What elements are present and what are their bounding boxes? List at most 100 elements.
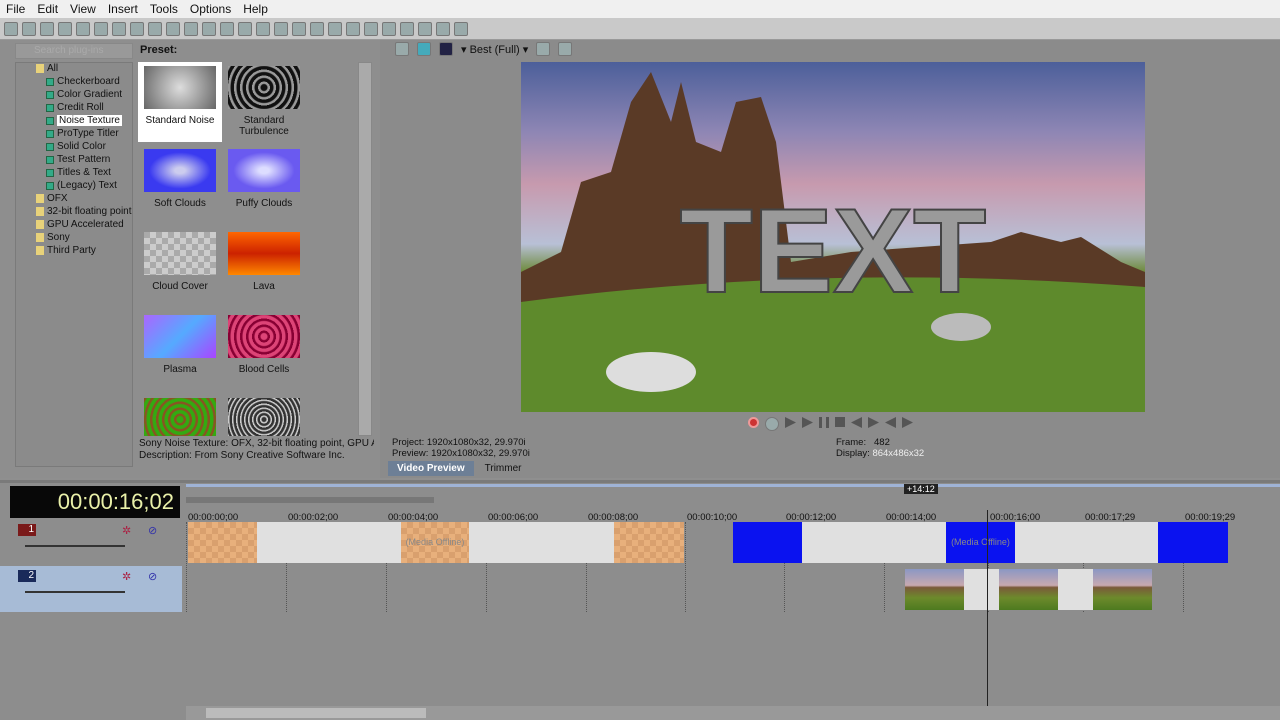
track-fx-icon[interactable]: ✲ xyxy=(122,570,131,583)
clip-gap[interactable] xyxy=(469,522,614,563)
play-button[interactable] xyxy=(802,417,813,428)
preset-scrollbar[interactable] xyxy=(358,62,372,436)
menu-view[interactable]: View xyxy=(64,2,102,16)
toolbar-icon[interactable] xyxy=(364,21,378,36)
media-clip[interactable] xyxy=(733,522,802,563)
tab-video-preview[interactable]: Video Preview xyxy=(388,461,474,476)
toolbar-icon[interactable] xyxy=(112,21,126,36)
track-fx-icon[interactable]: ✲ xyxy=(122,524,131,537)
menu-edit[interactable]: Edit xyxy=(31,2,64,16)
timeline-scrollbar[interactable] xyxy=(186,706,1280,720)
toolbar-icon[interactable] xyxy=(166,21,180,36)
quality-dropdown[interactable]: ▾ Best (Full) ▾ xyxy=(461,43,528,56)
toolbar-icon[interactable] xyxy=(4,21,18,36)
toolbar-icon[interactable] xyxy=(256,21,270,36)
tree-item[interactable]: Noise Texture xyxy=(46,115,122,126)
properties-icon[interactable] xyxy=(395,42,409,56)
tree-item[interactable]: Credit Roll xyxy=(46,102,104,113)
previous-frame-button[interactable] xyxy=(851,417,862,428)
loop-button[interactable] xyxy=(765,417,779,431)
preset-item[interactable]: Plasma xyxy=(138,311,222,391)
preset-item[interactable] xyxy=(138,394,222,436)
tree-item[interactable]: Titles & Text xyxy=(46,167,111,178)
preset-item[interactable]: Soft Clouds xyxy=(138,145,222,225)
track-mute-icon[interactable]: ⊘ xyxy=(148,524,157,537)
toolbar-icon[interactable] xyxy=(382,21,396,36)
menu-options[interactable]: Options xyxy=(184,2,237,16)
preset-item[interactable]: Standard Noise xyxy=(138,62,222,142)
copy-snapshot-icon[interactable] xyxy=(536,42,551,56)
preset-item[interactable] xyxy=(222,394,306,436)
menu-tools[interactable]: Tools xyxy=(144,2,184,16)
playhead[interactable] xyxy=(987,510,988,706)
toolbar-icon[interactable] xyxy=(202,21,216,36)
toolbar-icon[interactable] xyxy=(310,21,324,36)
toolbar-icon[interactable] xyxy=(454,21,468,36)
toolbar-icon[interactable] xyxy=(130,21,144,36)
clip-gap[interactable] xyxy=(1058,569,1093,610)
toolbar-icon[interactable] xyxy=(346,21,360,36)
pause-button[interactable] xyxy=(819,417,829,428)
stop-button[interactable] xyxy=(835,417,845,427)
record-button[interactable] xyxy=(748,417,759,428)
overlay-icon[interactable] xyxy=(439,42,453,56)
media-clip[interactable]: (Media Offline) xyxy=(946,522,1015,563)
toolbar-icon[interactable] xyxy=(274,21,288,36)
tree-item[interactable]: OFX xyxy=(36,193,68,204)
menu-help[interactable]: Help xyxy=(237,2,274,16)
tree-item[interactable]: Checkerboard xyxy=(46,76,120,87)
preset-item[interactable]: Blood Cells xyxy=(222,311,306,391)
play-from-start-button[interactable] xyxy=(785,417,796,428)
media-clip[interactable] xyxy=(905,569,964,610)
tree-item[interactable]: Sony xyxy=(36,232,70,243)
toolbar-icon[interactable] xyxy=(292,21,306,36)
toolbar-icon[interactable] xyxy=(400,21,414,36)
toolbar-icon[interactable] xyxy=(436,21,450,36)
tree-item[interactable]: Third Party xyxy=(36,245,96,256)
toolbar-icon[interactable] xyxy=(238,21,252,36)
toolbar-icon[interactable] xyxy=(22,21,36,36)
media-clip[interactable] xyxy=(188,522,257,563)
clip-gap[interactable] xyxy=(802,522,946,563)
media-clip[interactable] xyxy=(614,522,684,563)
toolbar-icon[interactable] xyxy=(94,21,108,36)
tree-item[interactable]: GPU Accelerated xyxy=(36,219,124,230)
toolbar-icon[interactable] xyxy=(220,21,234,36)
go-start-button[interactable] xyxy=(885,417,896,428)
clip-gap[interactable] xyxy=(1015,522,1158,563)
save-snapshot-icon[interactable] xyxy=(558,42,573,56)
media-clip[interactable] xyxy=(1158,522,1228,563)
tab-trimmer[interactable]: Trimmer xyxy=(476,461,531,476)
monitor-icon[interactable] xyxy=(417,42,431,56)
media-clip[interactable] xyxy=(1093,569,1152,610)
timeline-ruler[interactable]: +14:12 00:00:00;00 00:00:02;00 00:00:04;00… xyxy=(186,484,1280,612)
go-end-button[interactable] xyxy=(902,417,913,428)
toolbar-icon[interactable] xyxy=(148,21,162,36)
search-input[interactable]: Search plug-ins xyxy=(15,43,133,59)
tree-item[interactable]: 32-bit floating point xyxy=(36,206,132,217)
preset-item[interactable]: Lava xyxy=(222,228,306,308)
tree-item[interactable]: Color Gradient xyxy=(46,89,122,100)
tree-item[interactable]: All xyxy=(36,63,58,74)
toolbar-icon[interactable] xyxy=(58,21,72,36)
loop-region[interactable] xyxy=(186,497,434,503)
toolbar-icon[interactable] xyxy=(40,21,54,36)
next-frame-button[interactable] xyxy=(868,417,879,428)
menu-file[interactable]: File xyxy=(0,2,31,16)
tree-item[interactable]: Solid Color xyxy=(46,141,106,152)
preset-item[interactable]: Standard Turbulence xyxy=(222,62,306,142)
toolbar-icon[interactable] xyxy=(184,21,198,36)
media-clip[interactable]: (Media Offline) xyxy=(401,522,469,563)
track-level-slider[interactable] xyxy=(25,591,125,593)
tree-item[interactable]: (Legacy) Text xyxy=(46,180,117,191)
track-level-slider[interactable] xyxy=(25,545,125,547)
toolbar-icon[interactable] xyxy=(76,21,90,36)
preset-item[interactable]: Cloud Cover xyxy=(138,228,222,308)
toolbar-icon[interactable] xyxy=(328,21,342,36)
tree-item[interactable]: ProType Titler xyxy=(46,128,119,139)
track-mute-icon[interactable]: ⊘ xyxy=(148,570,157,583)
preset-item[interactable]: Puffy Clouds xyxy=(222,145,306,225)
menu-insert[interactable]: Insert xyxy=(102,2,144,16)
clip-gap[interactable] xyxy=(964,569,999,610)
tree-item[interactable]: Test Pattern xyxy=(46,154,110,165)
